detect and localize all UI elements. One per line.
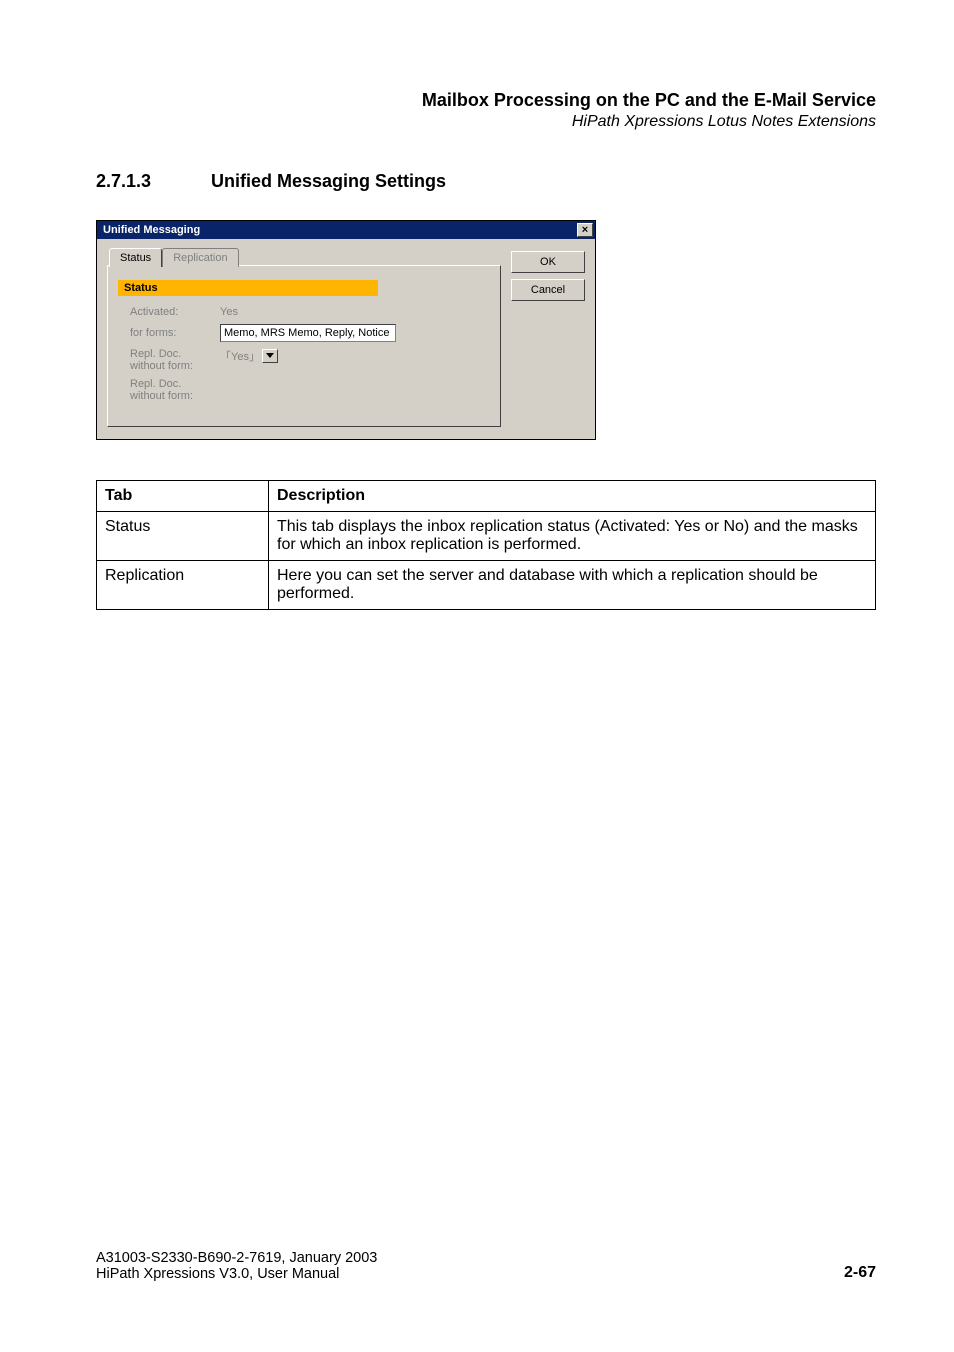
- cancel-button[interactable]: Cancel: [511, 279, 585, 301]
- tab-strip: Status Replication: [107, 247, 501, 266]
- th-tab: Tab: [97, 481, 269, 512]
- value-activated: Yes: [220, 306, 238, 318]
- header-subtitle: HiPath Xpressions Lotus Notes Extensions: [96, 113, 876, 131]
- tab-panel-status: Status Activated: Yes for forms: Repl. D…: [107, 265, 501, 427]
- close-icon[interactable]: ×: [577, 223, 593, 237]
- for-forms-input[interactable]: [220, 324, 396, 342]
- chevron-down-icon[interactable]: [262, 349, 278, 363]
- dropdown-value: Yes: [231, 351, 249, 363]
- label-line: without form:: [130, 360, 193, 372]
- tab-area: Status Replication Status Activated: Yes…: [107, 247, 501, 427]
- dialog-title: Unified Messaging: [103, 224, 200, 236]
- cell-desc: This tab displays the inbox replication …: [269, 512, 876, 561]
- tab-status[interactable]: Status: [109, 248, 162, 267]
- label-line: Repl. Doc.: [130, 378, 181, 390]
- cancel-label: Cancel: [531, 284, 565, 296]
- label-for-forms: for forms:: [130, 327, 220, 339]
- row-repl-doc-1: Repl. Doc. without form: 「Yes」: [118, 348, 490, 372]
- label-activated: Activated:: [130, 306, 220, 318]
- label-repl-doc-2: Repl. Doc. without form:: [130, 378, 220, 402]
- repl-doc-dropdown[interactable]: 「Yes」: [220, 348, 278, 364]
- cell-tab: Replication: [97, 561, 269, 610]
- row-repl-doc-2: Repl. Doc. without form:: [118, 378, 490, 402]
- tab-status-label: Status: [120, 252, 151, 264]
- dialog-body: Status Replication Status Activated: Yes…: [97, 239, 595, 439]
- cell-tab: Status: [97, 512, 269, 561]
- ok-label: OK: [540, 256, 556, 268]
- ok-button[interactable]: OK: [511, 251, 585, 273]
- unified-messaging-dialog: Unified Messaging × Status Replication S…: [96, 220, 596, 440]
- footer-left: A31003-S2330-B690-2-7619, January 2003 H…: [96, 1250, 377, 1282]
- label-line: Repl. Doc.: [130, 348, 181, 360]
- cell-desc: Here you can set the server and database…: [269, 561, 876, 610]
- table-row: Status This tab displays the inbox repli…: [97, 512, 876, 561]
- th-description: Description: [269, 481, 876, 512]
- label-line: without form:: [130, 390, 193, 402]
- label-repl-doc-1: Repl. Doc. without form:: [130, 348, 220, 372]
- page-footer: A31003-S2330-B690-2-7619, January 2003 H…: [96, 1250, 876, 1282]
- tab-replication-label: Replication: [173, 252, 227, 264]
- section-title: Unified Messaging Settings: [211, 171, 446, 191]
- row-activated: Activated: Yes: [118, 306, 490, 318]
- table-row: Replication Here you can set the server …: [97, 561, 876, 610]
- status-band: Status: [118, 280, 378, 296]
- page-header: Mailbox Processing on the PC and the E-M…: [96, 90, 876, 131]
- dialog-side-buttons: OK Cancel: [501, 247, 585, 301]
- footer-manual: HiPath Xpressions V3.0, User Manual: [96, 1266, 377, 1282]
- description-table: Tab Description Status This tab displays…: [96, 480, 876, 610]
- section-number: 2.7.1.3: [96, 171, 206, 192]
- row-for-forms: for forms:: [118, 324, 490, 342]
- tab-replication[interactable]: Replication: [162, 248, 238, 267]
- dialog-titlebar[interactable]: Unified Messaging ×: [97, 221, 595, 239]
- footer-doc-id: A31003-S2330-B690-2-7619, January 2003: [96, 1250, 377, 1266]
- section-heading: 2.7.1.3 Unified Messaging Settings: [96, 171, 876, 192]
- page-number: 2-67: [844, 1264, 876, 1282]
- header-title: Mailbox Processing on the PC and the E-M…: [96, 90, 876, 111]
